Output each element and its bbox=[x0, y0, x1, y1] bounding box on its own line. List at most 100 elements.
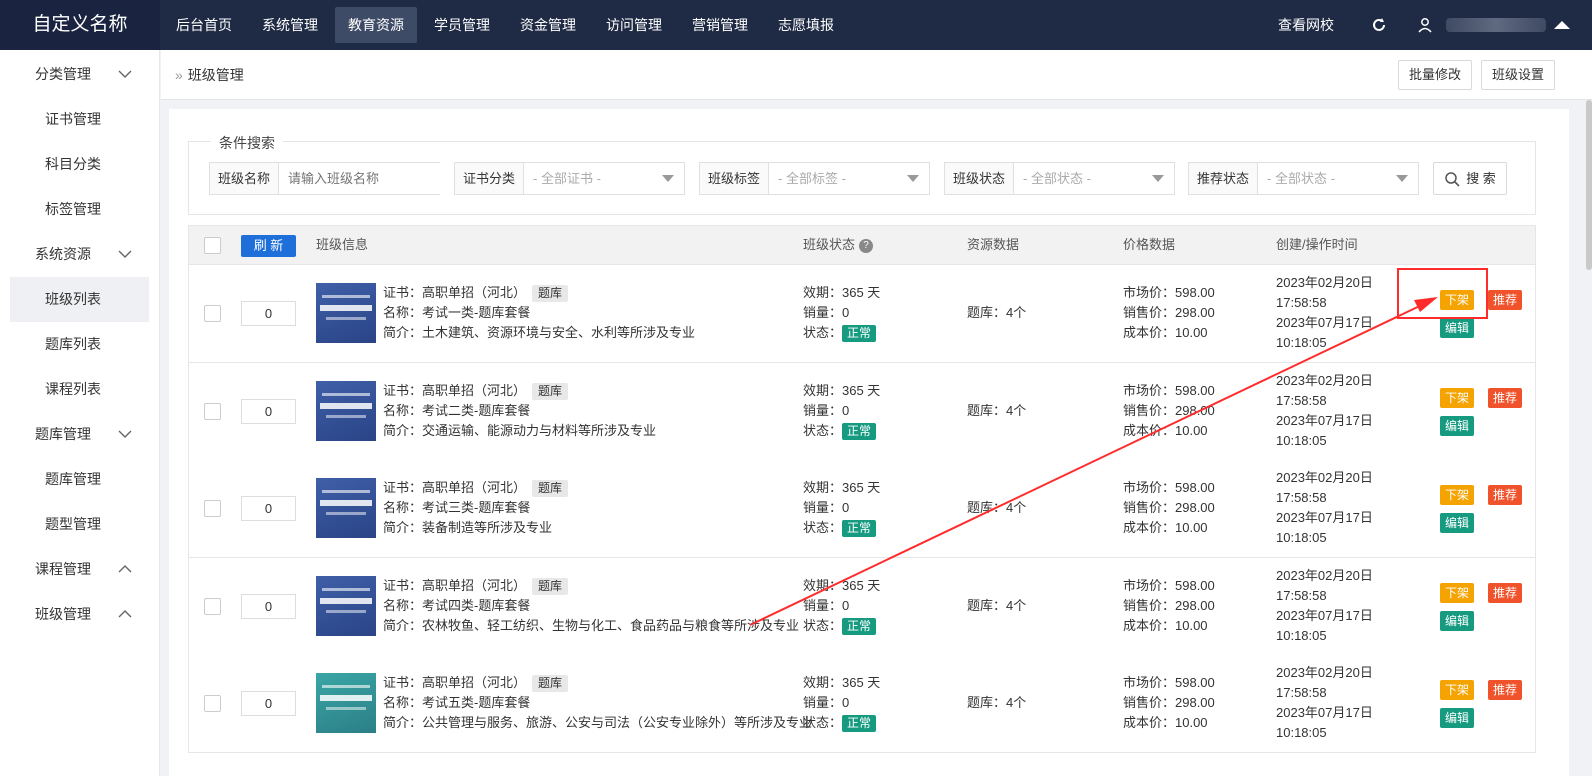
sidebar-item-1-2[interactable]: 课程列表 bbox=[0, 367, 159, 412]
updated-date: 2023年07月17日 bbox=[1276, 705, 1373, 720]
recommend-button[interactable]: 推荐 bbox=[1488, 387, 1523, 408]
edit-button[interactable]: 编辑 bbox=[1440, 318, 1475, 338]
sidebar-item-1-1[interactable]: 题库列表 bbox=[0, 322, 159, 367]
updated-time: 10:18:05 bbox=[1276, 627, 1327, 643]
sidebar-item-2-0[interactable]: 题库管理 bbox=[0, 457, 159, 502]
sidebar-group-4[interactable]: 班级管理 bbox=[0, 592, 159, 637]
sidebar-item-2-1[interactable]: 题型管理 bbox=[0, 502, 159, 547]
sales-text: 销量：0 bbox=[803, 500, 850, 515]
caret-up-icon[interactable] bbox=[1554, 21, 1570, 29]
username-blurred[interactable] bbox=[1446, 18, 1546, 32]
view-school-link[interactable]: 查看网校 bbox=[1256, 15, 1356, 35]
price-info: 市场价：598.00 销售价：298.00 成本价：10.00 bbox=[1123, 283, 1215, 343]
status-select[interactable]: - 全部状态 - bbox=[1014, 163, 1174, 194]
row-checkbox[interactable] bbox=[204, 402, 221, 420]
class-name-input[interactable] bbox=[279, 163, 474, 194]
search-button[interactable]: 搜 索 bbox=[1433, 162, 1507, 195]
sort-order-input[interactable] bbox=[241, 691, 296, 716]
cert-text: 证书：高职单招（河北） bbox=[383, 577, 527, 593]
off-shelf-button[interactable]: 下架 bbox=[1440, 387, 1475, 408]
nav-item-5[interactable]: 访问管理 bbox=[593, 0, 675, 50]
edit-button[interactable]: 编辑 bbox=[1440, 610, 1475, 631]
refresh-button[interactable]: 刷 新 bbox=[241, 235, 296, 257]
sidebar-item-0-1[interactable]: 科目分类 bbox=[0, 142, 159, 187]
cost-price: 成本价：10.00 bbox=[1123, 617, 1208, 633]
nav-item-2[interactable]: 教育资源 bbox=[335, 7, 417, 43]
nav-item-0[interactable]: 后台首页 bbox=[163, 0, 245, 50]
updated-date: 2023年07月17日 bbox=[1276, 510, 1373, 525]
cost-price: 成本价：10.00 bbox=[1123, 520, 1208, 535]
scrollbar[interactable] bbox=[1586, 100, 1592, 270]
nav-item-1[interactable]: 系统管理 bbox=[249, 0, 331, 50]
nav-item-4[interactable]: 资金管理 bbox=[507, 0, 589, 50]
edit-button[interactable]: 编辑 bbox=[1440, 513, 1475, 533]
validity-text: 效期：365 天 bbox=[803, 577, 881, 593]
name-text[interactable]: 名称：考试一类-题库套餐 bbox=[383, 303, 695, 323]
status-info: 效期：365 天销量：0 状态： 正常 bbox=[803, 673, 880, 733]
market-price: 市场价：598.00 bbox=[1123, 577, 1215, 593]
recommend-button[interactable]: 推荐 bbox=[1488, 485, 1523, 505]
sale-price: 销售价：298.00 bbox=[1123, 402, 1215, 418]
sidebar-group-2[interactable]: 题库管理 bbox=[0, 412, 159, 457]
row-checkbox[interactable] bbox=[204, 305, 221, 322]
refresh-icon[interactable] bbox=[1370, 16, 1388, 34]
resource-text: 题库：4个 bbox=[967, 305, 1027, 320]
sidebar-item-0-2[interactable]: 标签管理 bbox=[0, 187, 159, 232]
price-info: 市场价：598.00 销售价：298.00 成本价：10.00 bbox=[1123, 478, 1215, 538]
bulk-edit-button[interactable]: 批量修改 bbox=[1398, 60, 1473, 90]
sort-order-input[interactable] bbox=[241, 301, 296, 326]
recommend-label: 推荐状态 bbox=[1189, 163, 1259, 194]
class-info: 证书：高职单招（河北） 题库 名称：考试五类-题库套餐 简介：公共管理与服务、旅游、公… bbox=[383, 673, 812, 733]
sale-price: 销售价：298.00 bbox=[1123, 500, 1215, 515]
sidebar-item-1-0[interactable]: 班级列表 bbox=[10, 277, 149, 322]
row-checkbox[interactable] bbox=[204, 597, 221, 615]
brand-title[interactable]: 自定义名称 bbox=[0, 0, 160, 50]
table-header: 刷 新 班级信息 班级状态? 资源数据 价格数据 创建/操作时间 bbox=[188, 225, 1536, 265]
name-text[interactable]: 名称：考试二类-题库套餐 bbox=[383, 401, 656, 421]
status-badge: 正常 bbox=[842, 325, 877, 342]
name-text[interactable]: 名称：考试五类-题库套餐 bbox=[383, 693, 812, 713]
edit-button[interactable]: 编辑 bbox=[1440, 415, 1475, 436]
recommend-button[interactable]: 推荐 bbox=[1488, 680, 1523, 700]
header-resource: 资源数据 bbox=[967, 237, 1020, 252]
status-info: 效期：365 天销量：0 状态： 正常 bbox=[803, 576, 880, 636]
user-icon[interactable] bbox=[1416, 16, 1434, 34]
tag-select[interactable]: - 全部标签 - bbox=[769, 163, 929, 194]
class-info: 证书：高职单招（河北） 题库 名称：考试一类-题库套餐 简介：土木建筑、资源环境与安全… bbox=[383, 283, 695, 343]
sort-order-input[interactable] bbox=[241, 593, 296, 619]
updated-date: 2023年07月17日 bbox=[1276, 315, 1373, 330]
class-thumbnail bbox=[316, 380, 376, 441]
row-checkbox[interactable] bbox=[204, 695, 221, 712]
name-text[interactable]: 名称：考试四类-题库套餐 bbox=[383, 596, 799, 616]
table-row: 证书：高职单招（河北） 题库名称：考试五类-题库套餐简介：公共管理与服务、旅游、公… bbox=[188, 655, 1536, 753]
cert-filter: 证书分类 - 全部证书 - bbox=[454, 162, 685, 195]
main-nav: 后台首页 系统管理 教育资源 学员管理 资金管理 访问管理 营销管理 志愿填报 bbox=[163, 0, 851, 50]
sort-order-input[interactable] bbox=[241, 496, 296, 521]
nav-item-7[interactable]: 志愿填报 bbox=[765, 0, 847, 50]
name-text[interactable]: 名称：考试三类-题库套餐 bbox=[383, 498, 568, 518]
status-label-text: 状态： bbox=[803, 325, 843, 340]
sidebar-item-0-0[interactable]: 证书管理 bbox=[0, 97, 159, 142]
sort-order-input[interactable] bbox=[241, 398, 296, 424]
sidebar-group-3[interactable]: 课程管理 bbox=[0, 547, 159, 592]
recommend-button[interactable]: 推荐 bbox=[1488, 290, 1523, 310]
nav-item-6[interactable]: 营销管理 bbox=[679, 0, 761, 50]
validity-text: 效期：365 天 bbox=[803, 480, 881, 495]
class-settings-button[interactable]: 班级设置 bbox=[1481, 60, 1556, 90]
sidebar-group-0[interactable]: 分类管理 bbox=[0, 52, 159, 97]
select-all-checkbox[interactable] bbox=[204, 237, 221, 254]
help-icon[interactable]: ? bbox=[859, 238, 874, 253]
row-checkbox[interactable] bbox=[204, 500, 221, 517]
recommend-button[interactable]: 推荐 bbox=[1488, 582, 1523, 603]
cert-select[interactable]: - 全部证书 - bbox=[524, 163, 684, 194]
sidebar-group-1[interactable]: 系统资源 bbox=[0, 232, 159, 277]
dropdown-arrow-icon bbox=[662, 175, 674, 182]
off-shelf-button[interactable]: 下架 bbox=[1440, 680, 1475, 700]
nav-item-3[interactable]: 学员管理 bbox=[421, 0, 503, 50]
edit-button[interactable]: 编辑 bbox=[1440, 708, 1475, 728]
dropdown-arrow-icon bbox=[1152, 175, 1164, 182]
recommend-select[interactable]: - 全部状态 - bbox=[1258, 163, 1418, 194]
off-shelf-button[interactable]: 下架 bbox=[1440, 582, 1475, 603]
sales-text: 销量：0 bbox=[803, 402, 850, 418]
off-shelf-button[interactable]: 下架 bbox=[1440, 485, 1475, 505]
